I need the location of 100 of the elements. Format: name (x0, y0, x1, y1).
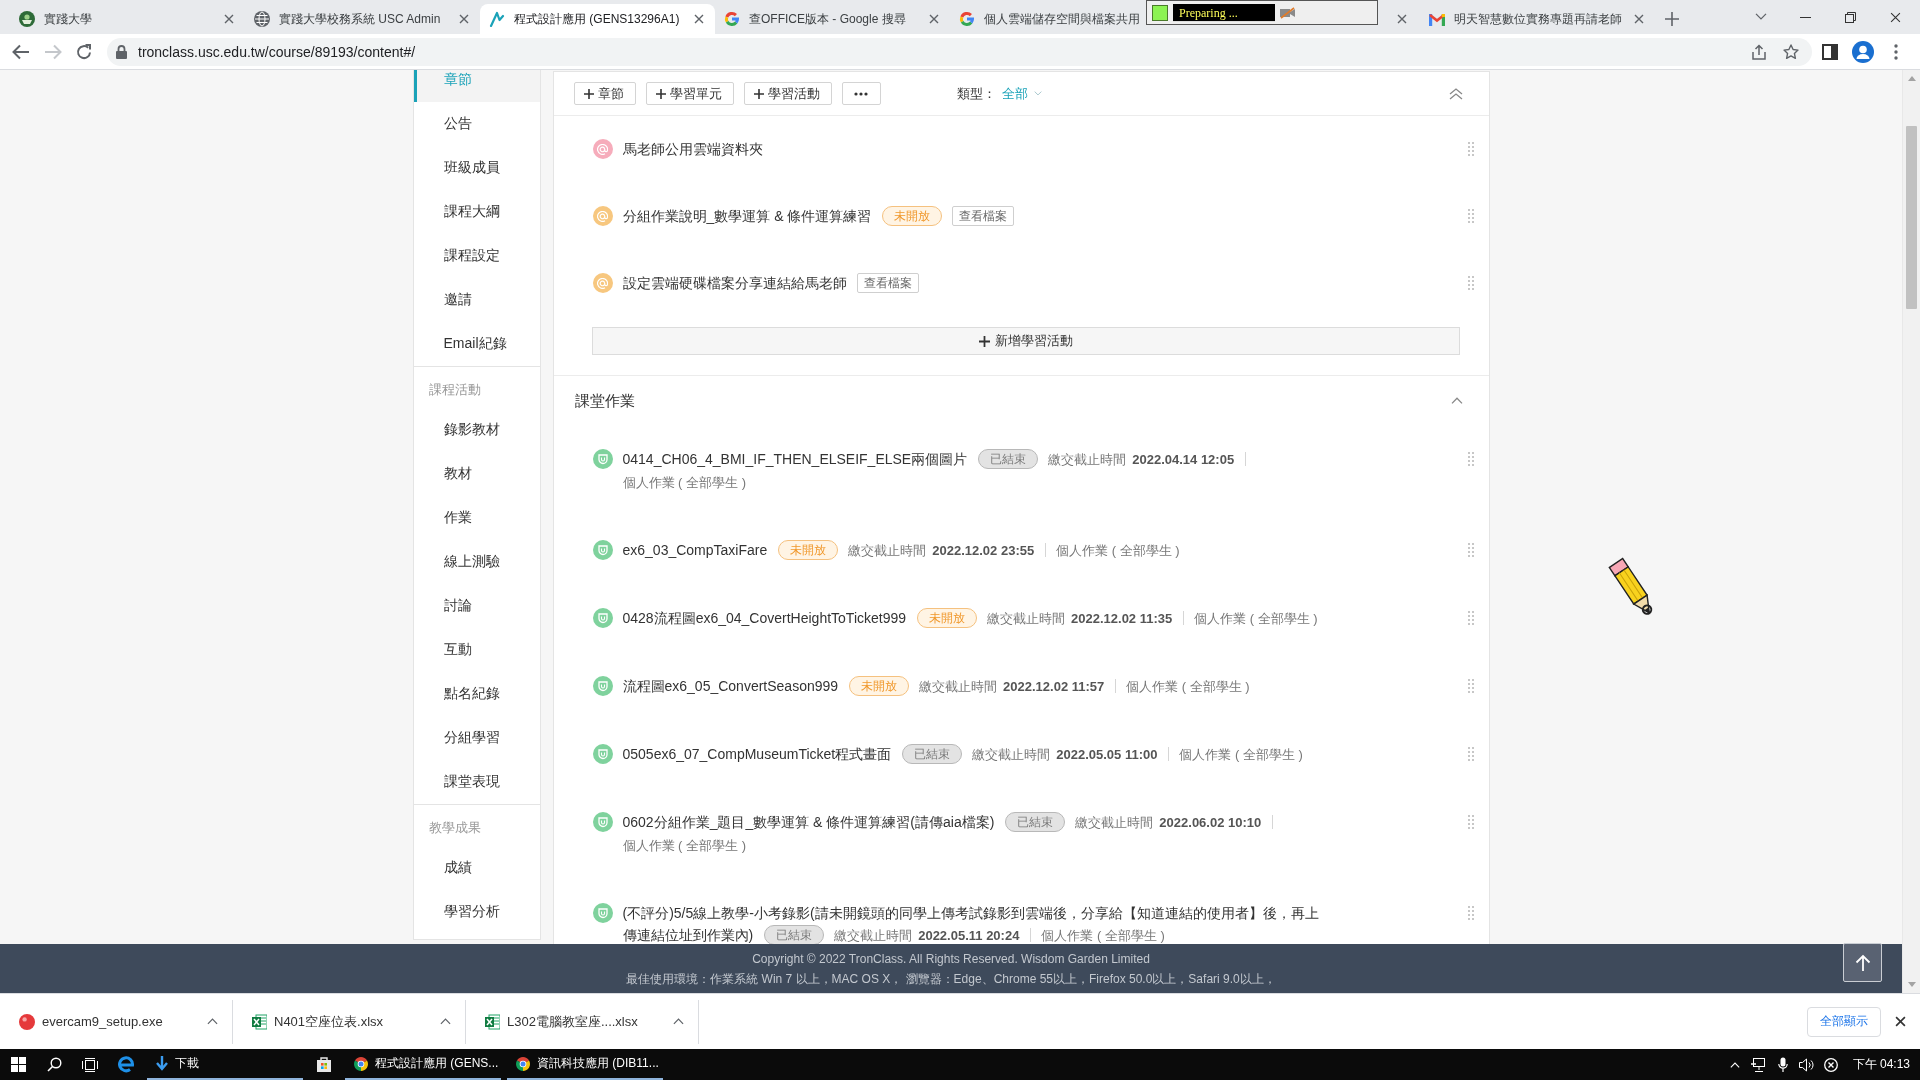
assignment-type: 個人作業 ( 全部學生 ) (1056, 543, 1180, 558)
sidebar-item[interactable]: 班級成員 (413, 146, 540, 190)
side-panel-icon[interactable] (1822, 43, 1838, 60)
download-filename[interactable]: N401空座位表.xlsx (274, 1012, 433, 1031)
sidebar-item[interactable]: 學習分析 (413, 890, 540, 934)
browser-tab[interactable]: 實踐大學 (10, 4, 245, 34)
download-filename[interactable]: evercam9_setup.exe (42, 1014, 200, 1029)
sidebar-item[interactable]: 作業 (413, 496, 540, 540)
assignment-title[interactable]: 0414_CH06_4_BMI_IF_THEN_ELSEIF_ELSE兩個圖片 (622, 451, 968, 467)
browser-tab[interactable]: 實踐大學校務系統 USC Admin (245, 4, 480, 34)
reload-icon[interactable] (76, 43, 92, 60)
assignment-title[interactable]: 傳連結位址到作業內) (622, 927, 754, 943)
monitor-icon[interactable] (1750, 1057, 1767, 1072)
deadline-date: 2022.12.02 11:57 (1003, 679, 1105, 694)
back-arrow-icon[interactable] (12, 43, 30, 60)
ball-icon (19, 1013, 35, 1030)
activity-title[interactable]: 分組作業說明_數學運算 & 條件運算練習 (622, 208, 872, 224)
sidebar-item[interactable]: 課程設定 (413, 234, 540, 278)
drag-handle-icon[interactable] (1467, 142, 1474, 156)
drag-handle-icon[interactable] (1467, 611, 1474, 625)
shield-circle-icon (592, 903, 613, 923)
toolbar-button[interactable]: 學習單元 (645, 82, 734, 105)
toolbar-button[interactable]: 章節 (573, 82, 636, 105)
assignment-title[interactable]: 0428流程圖ex6_04_CovertHeightToTicket999 (622, 610, 907, 626)
deadline-date: 2022.12.02 23:55 (932, 543, 1035, 558)
drag-handle-icon[interactable] (1467, 679, 1474, 693)
sidebar-item[interactable]: 點名紀錄 (413, 672, 540, 716)
assignment-type: 個人作業 ( 全部學生 ) (1041, 928, 1165, 943)
layered-rectangles-icon[interactable] (82, 1057, 98, 1072)
drag-handle-icon[interactable] (1467, 747, 1474, 761)
activity-title[interactable]: 設定雲端硬碟檔案分享連結給馬老師 (622, 275, 847, 291)
assignment-title[interactable]: 0602分組作業_題目_數學運算 & 條件運算練習(請傳aia檔案) (622, 814, 995, 830)
drag-handle-icon[interactable] (1467, 209, 1474, 223)
address-field[interactable]: tronclass.usc.edu.tw/course/89193/content#/ (107, 37, 1812, 66)
sidebar-item[interactable]: 成績 (413, 846, 540, 890)
browser-tab[interactable]: 個人雲端儲存空間與檔案共用 (950, 4, 1146, 34)
sidebar-item[interactable]: 分組學習 (413, 716, 540, 760)
sidebar-item[interactable]: 錄影教材 (413, 408, 540, 452)
microphone-icon[interactable] (1777, 1057, 1788, 1072)
sidebar-item[interactable]: 課堂表現 (413, 760, 540, 804)
sidebar-item[interactable]: 線上測驗 (413, 540, 540, 584)
speaker-icon[interactable] (1799, 1057, 1815, 1072)
drag-handle-icon[interactable] (1467, 276, 1474, 290)
view-file-button[interactable]: 查看檔案 (856, 273, 919, 294)
show-all-button[interactable]: 全部顯示 (1807, 1006, 1881, 1037)
sidebar-item[interactable]: Email紀錄 (413, 322, 540, 366)
close-icon[interactable] (1890, 11, 1901, 23)
taskbar-button[interactable]: 資訊科技應用 (DIB11... (507, 1049, 663, 1080)
restore-icon[interactable] (1845, 11, 1856, 23)
camera-off-icon[interactable] (1280, 6, 1296, 19)
g-logo-icon (724, 11, 740, 27)
clock[interactable]: 下午 04:13 (1852, 1056, 1910, 1073)
search-icon[interactable] (46, 1057, 62, 1072)
assignment-title[interactable]: ex6_03_CompTaxiFare (622, 542, 768, 558)
assignment-type: 個人作業 ( 全部學生 ) (1126, 679, 1250, 694)
assignment-title[interactable]: 流程圖ex6_05_ConvertSeason999 (622, 678, 839, 694)
taskbar-button[interactable]: 下載 (147, 1049, 303, 1080)
more-vertical-icon[interactable] (1894, 43, 1898, 60)
drag-handle-icon[interactable] (1467, 452, 1474, 466)
sidebar-group-title: 課程活動 (427, 381, 482, 399)
sidebar-item[interactable]: 邀請 (413, 278, 540, 322)
share-icon[interactable] (1751, 43, 1767, 60)
sidebar-item[interactable]: 公告 (413, 102, 540, 146)
activity-title[interactable]: 馬老師公用雲端資料夾 (622, 141, 763, 157)
scrollbar-thumb[interactable] (1906, 126, 1917, 309)
close-icon[interactable] (1895, 1016, 1906, 1027)
browser-tab[interactable]: 查OFFICE版本 - Google 搜尋 (715, 4, 950, 34)
deadline-label: 繳交截止時間 (919, 679, 998, 694)
sidebar-item[interactable]: 課程大綱 (413, 190, 540, 234)
taskbar-button[interactable]: 程式設計應用 (GENS... (345, 1049, 501, 1080)
windows-logo-icon[interactable] (10, 1057, 26, 1072)
sidebar-item[interactable]: 互動 (413, 628, 540, 672)
minimize-icon[interactable] (1800, 16, 1811, 18)
drag-handle-icon[interactable] (1467, 815, 1474, 829)
drag-handle-icon[interactable] (1467, 543, 1474, 557)
view-file-button[interactable]: 查看檔案 (952, 206, 1015, 227)
toolbar-button[interactable]: 學習活動 (743, 82, 832, 105)
back-to-top-button[interactable] (1843, 943, 1882, 982)
sidebar-item[interactable]: 討論 (413, 584, 540, 628)
assignment-type: 個人作業 ( 全部學生 ) (1179, 747, 1303, 762)
download-filename[interactable]: L302電腦教室座....xlsx (507, 1012, 666, 1031)
sidebar-item[interactable]: 教材 (413, 452, 540, 496)
drag-handle-icon[interactable] (1467, 906, 1474, 920)
double-chevron-up-icon[interactable] (1448, 87, 1463, 100)
assignment-title[interactable]: (不評分)5/5線上教學-小考錄影(請未開鏡頭的同學上傳考試錄影到雲端後，分享給【知道連結的使用者】後，再上 (622, 902, 1319, 924)
close-icon[interactable] (694, 14, 704, 24)
avatar-icon[interactable] (1852, 40, 1874, 63)
square-indicator-icon (1152, 4, 1168, 21)
add-activity-button[interactable]: 新增學習活動 (591, 327, 1460, 355)
plus-icon[interactable] (1665, 12, 1679, 26)
browser-tab[interactable]: 程式設計應用 (GENS13296A1) (480, 4, 715, 34)
shield-circle-icon (592, 540, 613, 560)
section-title: 課堂作業 (574, 391, 635, 411)
browser-tab[interactable]: 明天智慧數位實務專題再請老師 (1420, 4, 1655, 34)
assignment-title[interactable]: 0505ex6_07_CompMuseumTicket程式畫面 (622, 746, 892, 762)
caret-down-icon (1033, 91, 1042, 96)
circle-x-icon[interactable] (1823, 1057, 1838, 1072)
more-icon (854, 91, 868, 96)
chevron-down-icon[interactable] (1754, 13, 1767, 21)
star-icon[interactable] (1783, 43, 1799, 60)
